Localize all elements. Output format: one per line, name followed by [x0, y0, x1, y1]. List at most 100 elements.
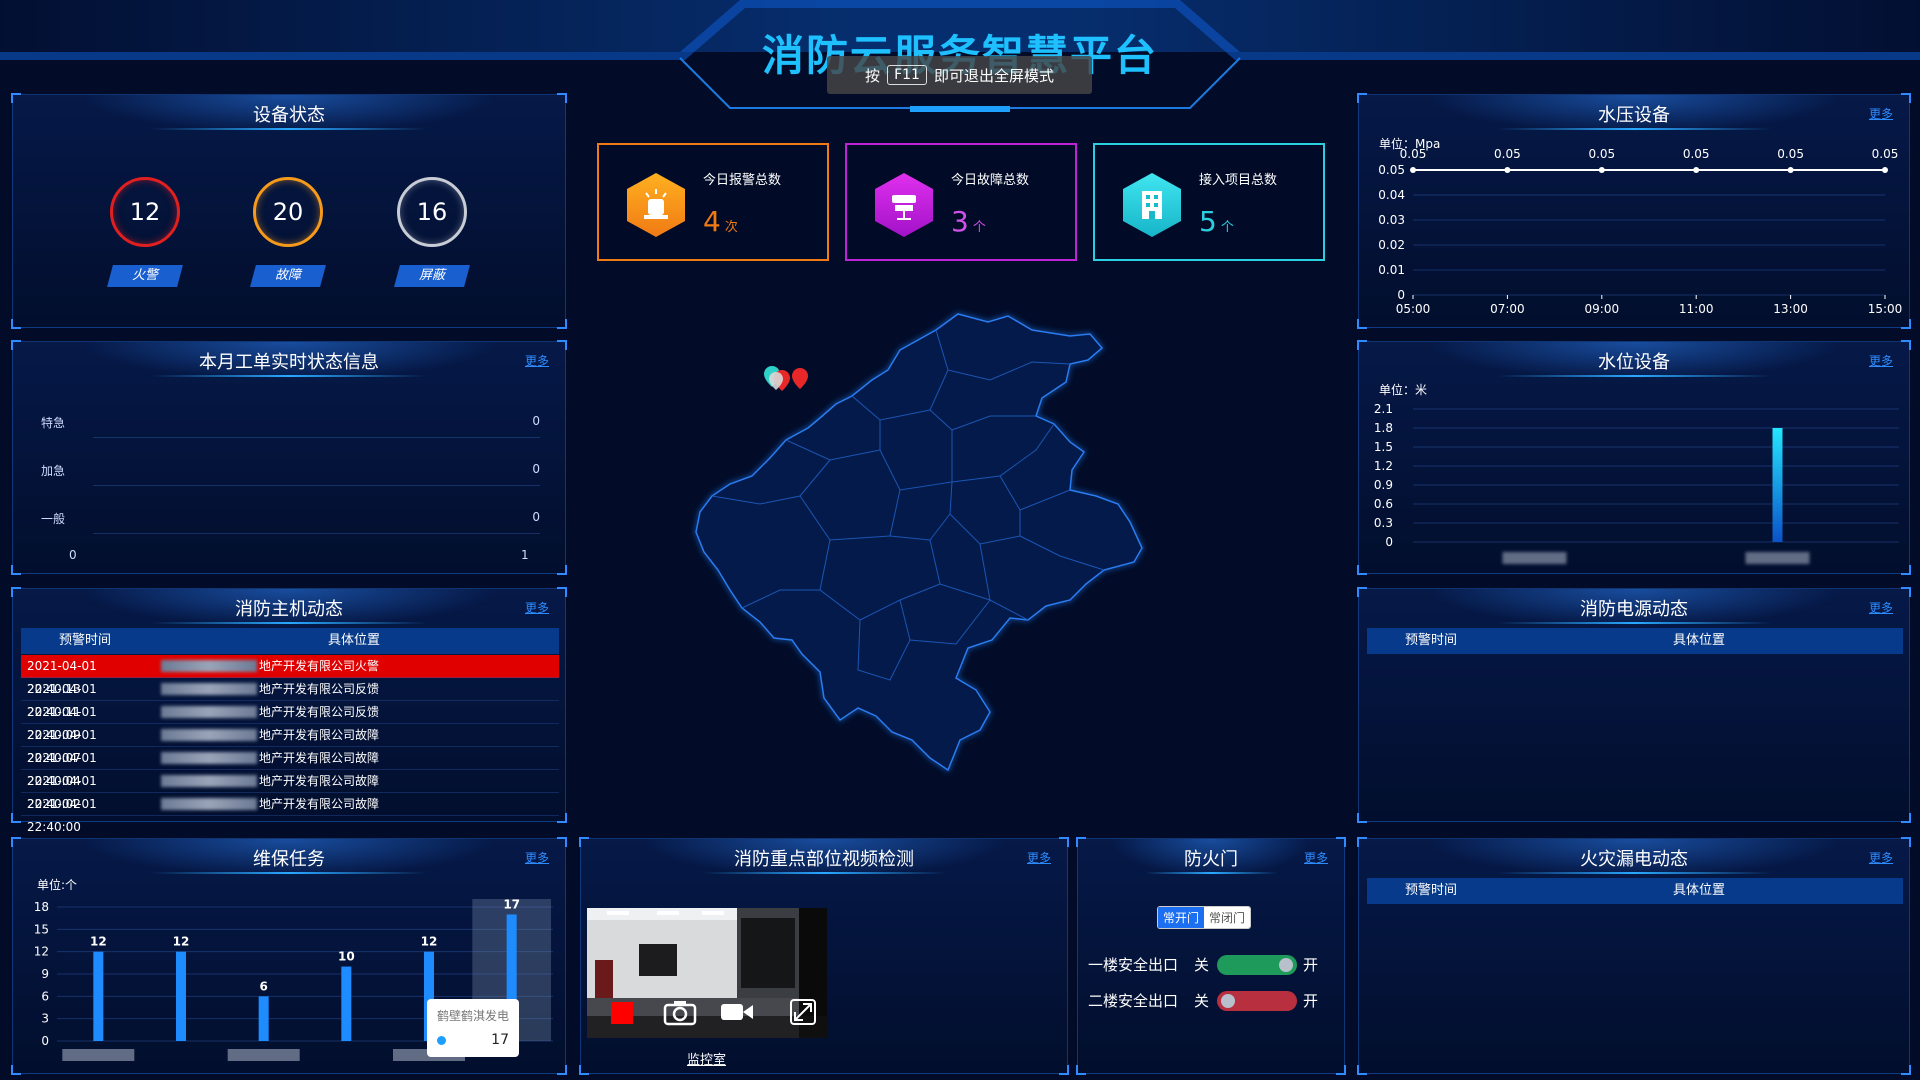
y-tick-label: 0 — [1385, 535, 1393, 549]
water-level-panel: 水位设备 更多 单位：米 2.1 1.8 1.5 1.2 0.9 0.6 0.3 0 — [1357, 340, 1911, 575]
fire-alarm-ring[interactable]: 12 — [110, 177, 180, 247]
y-tick-label: 0.6 — [1374, 497, 1393, 511]
video-record-icon[interactable] — [719, 1000, 755, 1024]
data-label: 12 — [421, 935, 438, 949]
door-2-switch[interactable] — [1217, 990, 1298, 1011]
door-1-switch[interactable] — [1217, 954, 1298, 975]
data-point — [1693, 167, 1700, 173]
data-label: 10 — [338, 950, 355, 964]
redacted-category-label — [62, 1049, 135, 1061]
wo-expedited-label: 加急 — [41, 464, 66, 478]
y-tick-label: 3 — [41, 1012, 49, 1026]
row-location: 地产开发有限公司故障 — [149, 747, 559, 769]
data-label: 0.05 — [1777, 147, 1804, 161]
unit-label: 单位：米 — [1379, 382, 1427, 397]
row-time: 2021-04-01 22:40:02 — [27, 774, 97, 811]
bar — [341, 966, 352, 1041]
leakage-more-link[interactable]: 更多 — [1869, 849, 1893, 866]
camera-feed[interactable] — [587, 908, 827, 1038]
fullscreen-icon[interactable] — [789, 998, 817, 1026]
table-row[interactable]: 2021-04-01 22:40:00 地产开发有限公司故障 — [21, 793, 559, 834]
video-more-link[interactable]: 更多 — [1027, 849, 1051, 866]
fault-ring[interactable]: 20 — [253, 177, 323, 247]
y-tick-label: 0.03 — [1378, 213, 1405, 227]
row-location: 地产开发有限公司火警 — [149, 655, 559, 677]
table-row[interactable]: 2021-04-01 22:40:07 地产开发有限公司故障 — [21, 724, 559, 765]
y-tick-label: 1.8 — [1374, 421, 1393, 435]
redacted-text — [161, 798, 257, 810]
redacted-text — [161, 729, 257, 741]
table-row[interactable]: 2021-04-01 22:40:09 地产开发有限公司反馈 — [21, 701, 559, 742]
x-tick-label: 09:00 — [1585, 302, 1620, 316]
bar — [258, 996, 269, 1041]
row-time: 2021-04-01 22:40:11 — [27, 682, 97, 719]
work-order-more-link[interactable]: 更多 — [525, 352, 549, 369]
door-1-name: 一楼安全出口 — [1088, 956, 1179, 974]
project-count-card[interactable]: 接入项目总数 5个 — [1093, 143, 1325, 261]
fault-count-label: 今日故障总数 — [951, 173, 1030, 188]
row-location: 地产开发有限公司反馈 — [149, 701, 559, 723]
redacted-text — [161, 683, 257, 695]
host-dynamics-more-link[interactable]: 更多 — [525, 599, 549, 616]
fault-tag: 故障 — [250, 265, 326, 287]
redacted-text — [161, 752, 257, 764]
x-tick-label: 07:00 — [1490, 302, 1525, 316]
unit-label: 单位:个 — [37, 877, 77, 892]
power-dynamics-more-link[interactable]: 更多 — [1869, 599, 1893, 616]
table-row[interactable]: 2021-04-01 22:40:02 地产开发有限公司故障 — [21, 770, 559, 811]
alarm-count-value: 4次 — [703, 205, 738, 238]
host-table-header: 预警时间 具体位置 — [21, 628, 559, 654]
host-dynamics-title: 消防主机动态 — [235, 599, 343, 620]
shield-ring[interactable]: 16 — [397, 177, 467, 247]
redacted-category-label — [1502, 552, 1567, 564]
data-label: 0.05 — [1588, 147, 1615, 161]
fault-count-card[interactable]: 今日故障总数 3个 — [845, 143, 1077, 261]
water-pressure-panel: 水压设备 更多 单位：Mpa 0.05 0.04 0.03 0.02 0.01 0 0.05 0… — [1357, 93, 1911, 329]
table-row[interactable]: 2021-04-01 22:40:13 地产开发有限公司火警 — [21, 655, 559, 696]
shield-tag: 屏蔽 — [394, 265, 470, 287]
data-label: 0.05 — [1683, 147, 1710, 161]
redacted-category-label — [1745, 552, 1810, 564]
y-tick-label: 0 — [41, 1034, 49, 1048]
data-label: 0.05 — [1494, 147, 1521, 161]
fire-door-more-link[interactable]: 更多 — [1304, 849, 1328, 866]
y-tick-label: 6 — [41, 989, 49, 1003]
door-1-on-label: 开 — [1303, 956, 1319, 974]
camera-label[interactable]: 监控室 — [687, 1049, 726, 1068]
table-row[interactable]: 2021-04-01 22:40:04 地产开发有限公司故障 — [21, 747, 559, 788]
tab-normally-open[interactable]: 常开门 — [1158, 907, 1205, 928]
wo-axis-end: 1 — [521, 548, 529, 562]
leakage-panel: 火灾漏电动态 更多 预警时间 具体位置 — [1357, 837, 1911, 1075]
x-tick-label: 11:00 — [1679, 302, 1714, 316]
door-1-off-label: 关 — [1194, 956, 1210, 974]
door-2-on-label: 开 — [1303, 992, 1319, 1010]
video-title: 消防重点部位视频检测 — [734, 849, 914, 870]
stop-record-button[interactable] — [611, 1002, 633, 1024]
x-tick-label: 05:00 — [1396, 302, 1431, 316]
row-location: 地产开发有限公司反馈 — [149, 678, 559, 700]
water-pressure-chart: 单位：Mpa0.050.040.030.020.0100.05 0.05 0.05 0… — [1378, 136, 1902, 316]
alarm-count-card[interactable]: 今日报警总数 4次 — [597, 143, 829, 261]
camera-icon[interactable] — [663, 998, 697, 1026]
data-point — [1504, 167, 1511, 173]
tooltip-dot-icon — [437, 1035, 446, 1045]
bar — [1772, 428, 1783, 542]
y-tick-label: 0.3 — [1374, 516, 1393, 530]
y-tick-label: 18 — [34, 900, 49, 914]
table-row[interactable]: 2021-04-01 22:40:11 地产开发有限公司反馈 — [21, 678, 559, 719]
tab-normally-closed[interactable]: 常闭门 — [1204, 907, 1251, 928]
fire-alarm-tag: 火警 — [107, 265, 183, 287]
data-point — [1882, 167, 1888, 173]
data-point — [1787, 167, 1794, 173]
location-marker-icon — [764, 366, 808, 391]
f11-key: F11 — [887, 65, 927, 85]
door-type-toggle[interactable]: 常开门 常闭门 — [1157, 906, 1252, 929]
fullscreen-notice: 按 F11 即可退出全屏模式 — [827, 56, 1092, 94]
alarm-count-label: 今日报警总数 — [703, 173, 782, 188]
data-label: 17 — [503, 897, 520, 911]
data-point — [1598, 167, 1605, 173]
province-map[interactable] — [690, 300, 1210, 780]
alarm-icon — [627, 173, 685, 237]
y-tick-label: 1.5 — [1374, 440, 1393, 454]
wo-urgent-value: 0 — [532, 414, 540, 428]
